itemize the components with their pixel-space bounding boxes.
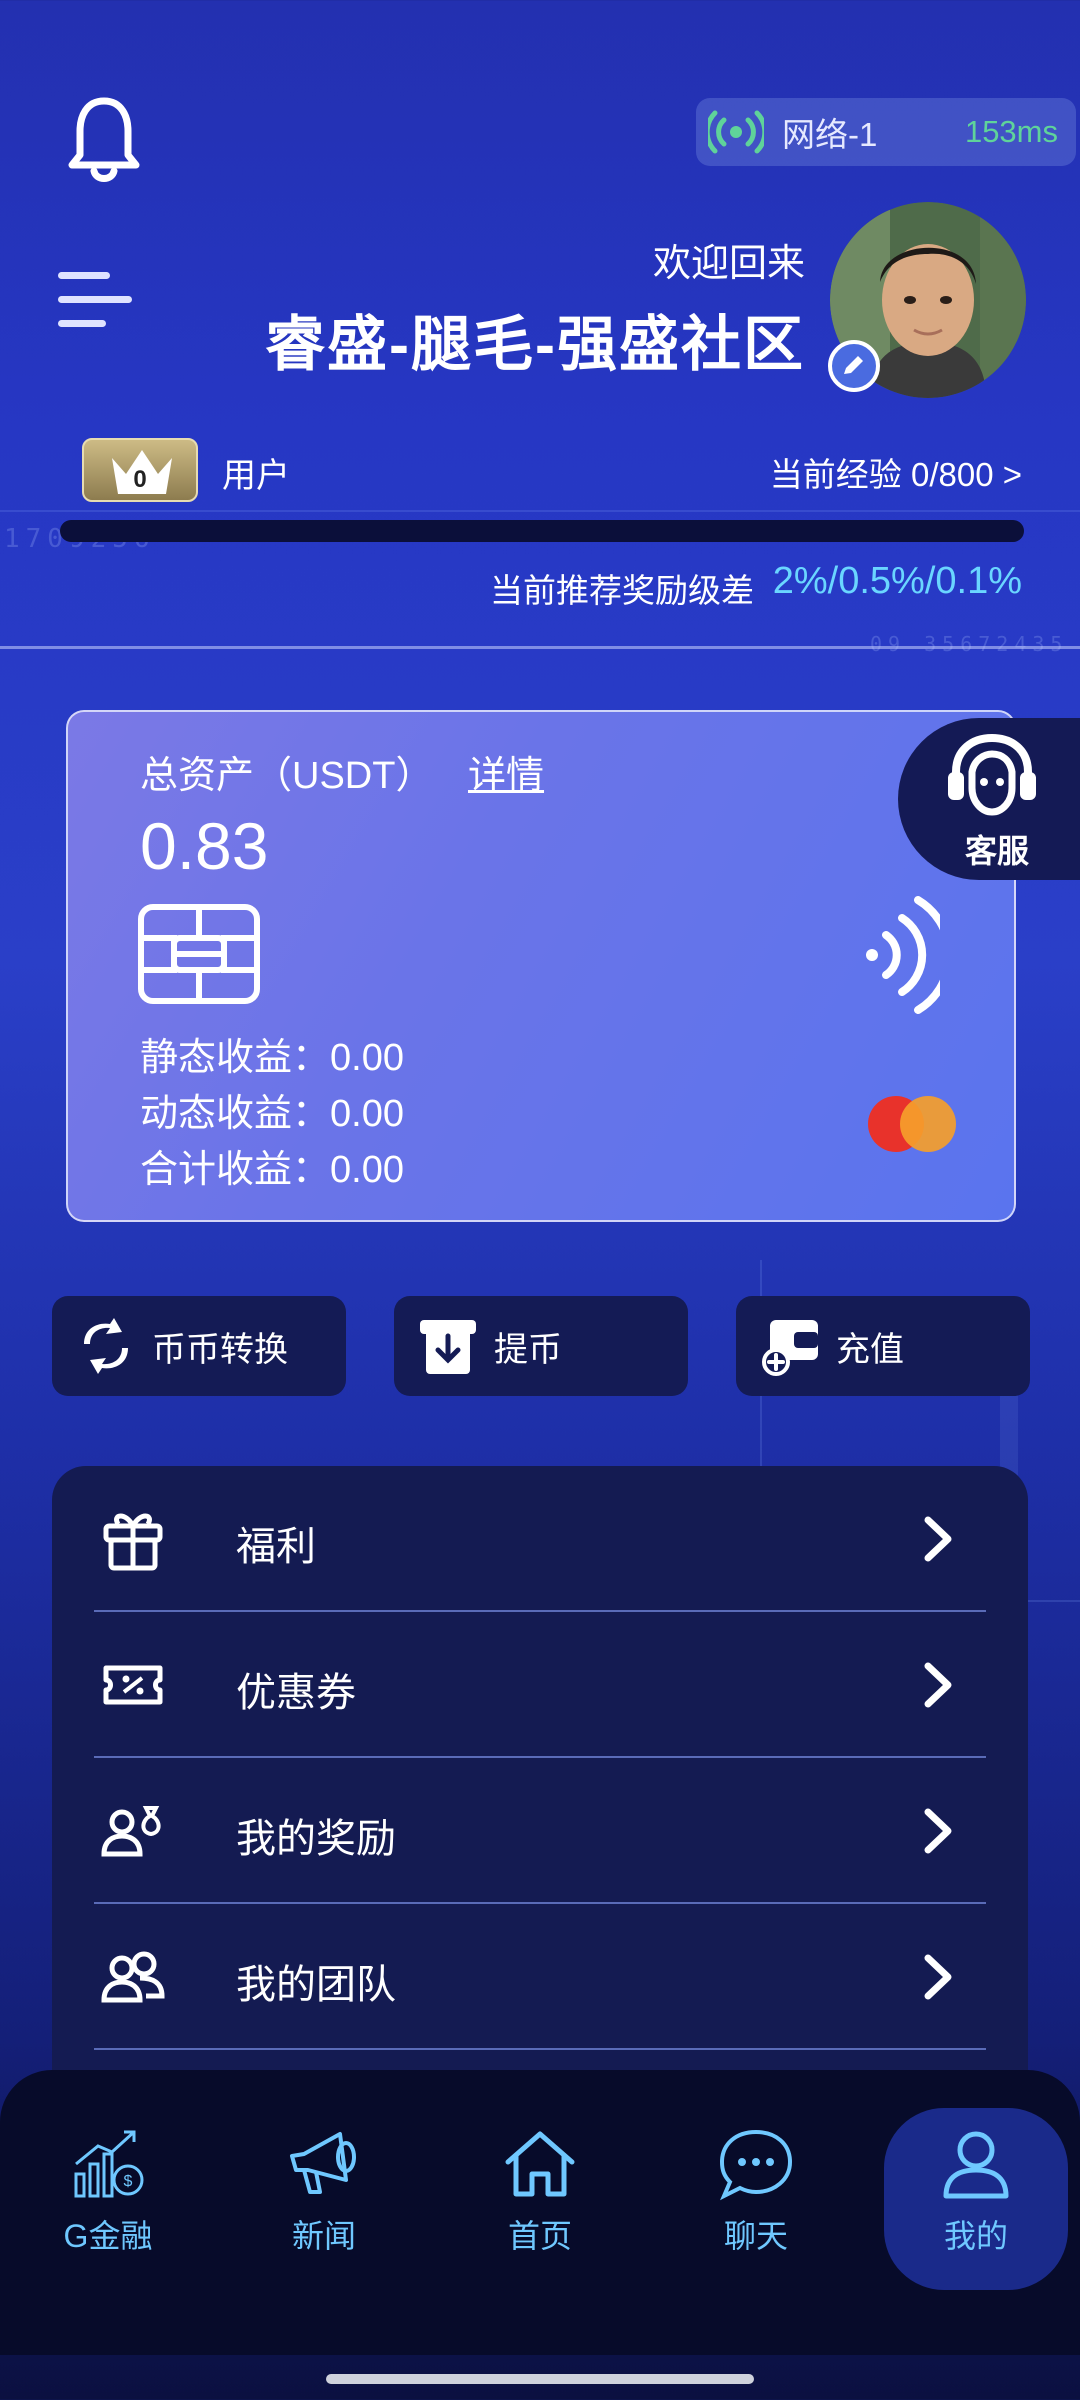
withdraw-button[interactable]: 提币 bbox=[394, 1296, 688, 1396]
menu-item-label: 优惠券 bbox=[236, 1671, 356, 1715]
coin-exchange-label: 币币转换 bbox=[152, 1330, 288, 1369]
withdraw-icon bbox=[420, 1320, 476, 1374]
customer-service-button[interactable]: 客服 bbox=[898, 718, 1080, 880]
nav-news[interactable]: 新闻 bbox=[234, 2108, 414, 2288]
contactless-icon bbox=[866, 896, 940, 1014]
nav-chat[interactable]: 聊天 bbox=[666, 2108, 846, 2288]
reward-icon bbox=[101, 1806, 161, 1857]
vip-level-number: 0 bbox=[133, 466, 147, 493]
nav-label: 新闻 bbox=[291, 2218, 356, 2254]
reward-diff-value: 2%/0.5%/0.1% bbox=[772, 560, 1022, 602]
static-income: 静态收益：0.00 bbox=[140, 1037, 404, 1079]
nav-finance[interactable]: $ G金融 bbox=[18, 2108, 198, 2288]
menu-item-label: 我的团队 bbox=[236, 1963, 396, 2007]
chat-icon bbox=[719, 2129, 793, 2201]
customer-service-label: 客服 bbox=[964, 833, 1029, 869]
mastercard-logo-icon bbox=[868, 1096, 956, 1152]
deposit-button[interactable]: 充值 bbox=[736, 1296, 1030, 1396]
chevron-right-icon bbox=[924, 1954, 952, 2000]
menu-item-my-rewards[interactable]: 我的奖励 bbox=[52, 1758, 1028, 1904]
nav-label: G金融 bbox=[63, 2218, 153, 2254]
total-income: 合计收益：0.00 bbox=[140, 1149, 404, 1191]
menu-item-welfare[interactable]: 福利 bbox=[52, 1466, 1028, 1612]
bell-icon[interactable] bbox=[68, 95, 140, 185]
home-icon bbox=[505, 2131, 575, 2197]
finance-chart-icon: $ bbox=[74, 2130, 144, 2198]
network-latency: 153ms bbox=[964, 114, 1058, 149]
chevron-right-icon bbox=[924, 1808, 952, 1854]
community-name: 睿盛-腿毛-强盛社区 bbox=[265, 311, 805, 378]
signal-icon bbox=[708, 110, 764, 154]
exchange-icon bbox=[84, 1318, 128, 1374]
menu-item-label: 福利 bbox=[236, 1525, 316, 1569]
nav-home[interactable]: 首页 bbox=[450, 2108, 630, 2288]
card-chip-icon bbox=[138, 904, 260, 1004]
nav-mine[interactable]: 我的 bbox=[884, 2108, 1068, 2290]
gift-icon bbox=[103, 1513, 163, 1571]
network-name: 网络-1 bbox=[782, 116, 878, 153]
svg-text:$: $ bbox=[124, 2173, 133, 2190]
bg-line bbox=[0, 510, 1080, 512]
bg-number: 09 35672435 bbox=[870, 632, 1069, 656]
menu-icon[interactable] bbox=[58, 270, 132, 330]
user-role: 用户 bbox=[222, 457, 290, 495]
wallet-icon bbox=[762, 1320, 818, 1376]
network-status[interactable]: 网络-1 153ms bbox=[696, 98, 1076, 166]
menu-item-label: 我的奖励 bbox=[236, 1817, 396, 1861]
coin-exchange-button[interactable]: 币币转换 bbox=[52, 1296, 346, 1396]
deposit-label: 充值 bbox=[836, 1330, 904, 1369]
asset-card-title: 总资产（USDT） bbox=[140, 755, 434, 797]
asset-detail-link[interactable]: 详情 bbox=[468, 744, 544, 799]
menu-item-coupon[interactable]: 优惠券 bbox=[52, 1612, 1028, 1758]
withdraw-label: 提币 bbox=[494, 1330, 562, 1369]
menu-item-my-team[interactable]: 我的团队 bbox=[52, 1904, 1028, 2050]
edit-profile-button[interactable] bbox=[828, 340, 880, 392]
nav-label: 我的 bbox=[943, 2218, 1008, 2254]
header-divider bbox=[0, 646, 1080, 649]
menu-list: 福利 优惠券 我的奖励 我的团队 bbox=[52, 1466, 1028, 2086]
home-indicator[interactable] bbox=[326, 2374, 754, 2384]
divider bbox=[94, 2048, 986, 2050]
megaphone-icon bbox=[290, 2132, 356, 2194]
chevron-right-icon bbox=[924, 1662, 952, 1708]
experience-progress-bar bbox=[60, 520, 1024, 542]
headset-icon bbox=[948, 733, 1036, 816]
chevron-right-icon bbox=[924, 1516, 952, 1562]
vip-level-badge: 0 bbox=[82, 438, 198, 502]
team-icon bbox=[101, 1951, 165, 2003]
welcome-text: 欢迎回来 bbox=[652, 243, 805, 285]
reward-diff-label: 当前推荐奖励级差 bbox=[490, 572, 754, 609]
user-icon bbox=[943, 2131, 1009, 2199]
experience-link[interactable]: 当前经验 0/800 > bbox=[770, 448, 1022, 496]
coupon-icon bbox=[103, 1665, 163, 1705]
nav-label: 首页 bbox=[507, 2218, 572, 2254]
pencil-icon bbox=[844, 356, 863, 374]
nav-label: 聊天 bbox=[723, 2218, 788, 2254]
dynamic-income: 动态收益：0.00 bbox=[140, 1093, 404, 1135]
asset-total-value: 0.83 bbox=[140, 809, 269, 883]
